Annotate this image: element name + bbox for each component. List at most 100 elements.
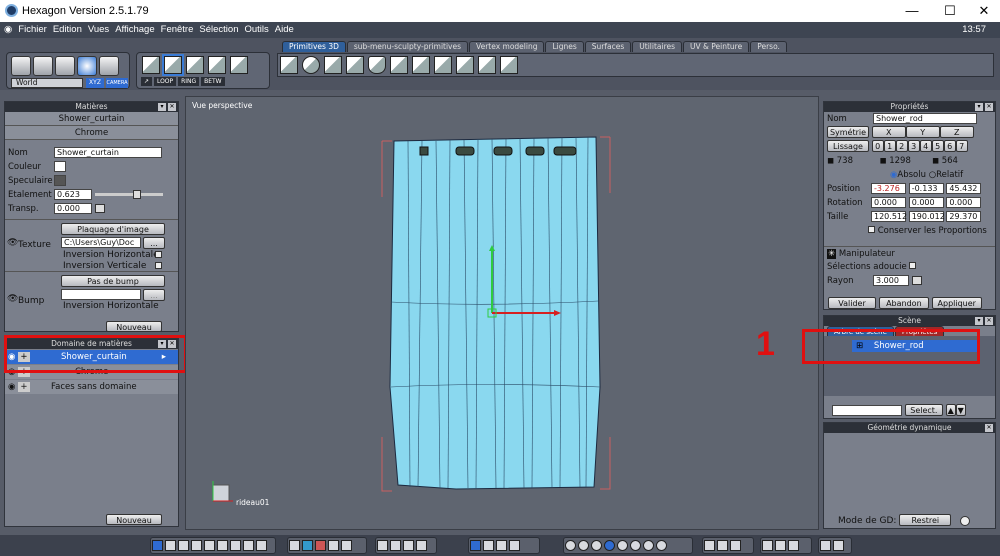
move-icon[interactable] [483,540,494,551]
object-solid-icon[interactable] [704,540,715,551]
rotation-z-field[interactable]: 0.000 [946,197,982,208]
sphere-primitive-icon[interactable] [302,56,320,74]
transp-field[interactable]: 0.000 [54,203,92,214]
select-object-icon[interactable] [142,56,160,74]
select-button[interactable]: Select. [904,404,943,416]
pan-icon[interactable] [11,56,31,76]
snap-vertex-icon[interactable] [788,540,799,551]
snap-face-icon[interactable] [775,540,786,551]
checker-icon[interactable] [315,540,326,551]
table-icon[interactable] [341,540,352,551]
icosahedron-primitive-icon[interactable] [478,56,496,74]
rotation-x-field[interactable]: 0.000 [871,197,906,208]
conserver-checkbox[interactable] [868,226,875,233]
cylinder-primitive-icon[interactable] [368,56,386,74]
sym-y-button[interactable]: Y [905,126,940,138]
sym-z-button[interactable]: Z [939,126,974,138]
text-primitive-icon[interactable] [500,56,518,74]
layout-split-h-icon[interactable] [178,540,189,551]
between-button[interactable]: BETW [201,77,225,86]
domain-new-button[interactable]: Nouveau [106,514,162,525]
tab-vertex-modeling[interactable]: Vertex modeling [469,41,545,52]
cube-primitive-icon[interactable] [280,56,298,74]
menu-selection[interactable]: Sélection [196,22,241,35]
select-face-icon[interactable] [162,54,184,76]
textured-sphere-icon[interactable] [617,540,628,551]
layout-single-icon[interactable] [152,540,163,551]
taille-x-field[interactable]: 120.512 [871,211,907,222]
specular-swatch[interactable] [54,175,66,186]
appliquer-button[interactable]: Appliquer [931,297,982,309]
bump-path-field[interactable] [61,289,141,300]
coordinate-space-select[interactable]: World [11,78,83,88]
scale-icon[interactable] [509,540,520,551]
minimize-button[interactable]: — [902,3,922,18]
layout-triple2-icon[interactable] [217,540,228,551]
tab-surfaces[interactable]: Surfaces [584,41,632,52]
layout-tall-icon[interactable] [256,540,267,551]
perspective-viewport[interactable]: Vue perspective rideau01 [185,96,819,530]
pyramid-primitive-icon[interactable] [412,56,430,74]
scene-down-icon[interactable]: ▼ [955,404,966,416]
layout-quad2-icon[interactable] [230,540,241,551]
gd-mode-select[interactable]: Restrei [899,514,952,526]
domain-item-faces-sans-domaine[interactable]: ◉ + Faces sans domaine [5,380,178,394]
menu-fichier[interactable]: Fichier [15,22,50,35]
tab-sculpty-primitives[interactable]: sub-menu-sculpty-primitives [346,41,469,52]
abandon-button[interactable]: Abandon [878,297,929,309]
menu-vues[interactable]: Vues [85,22,112,35]
color-swatch[interactable] [54,161,66,172]
ghost-icon[interactable] [99,56,119,76]
target-icon[interactable] [390,540,401,551]
lissage-0[interactable]: 0 [871,140,884,152]
sym-x-button[interactable]: X [871,126,906,138]
box-primitive-icon[interactable] [346,56,364,74]
materials-new-button[interactable]: Nouveau [106,321,162,332]
rotate-tool-icon[interactable] [496,540,507,551]
select-vertex-icon[interactable] [208,56,226,74]
material-name-row[interactable]: Shower_curtain [5,112,178,126]
position-x-field[interactable]: -3.276 [871,183,906,194]
etalement-field[interactable]: 0.623 [54,189,92,200]
transp-slider[interactable] [95,204,105,213]
select-all-icon[interactable] [230,56,248,74]
bump-eye-icon[interactable]: 👁 [7,294,18,304]
browse-button[interactable]: ... [143,237,165,249]
wire-sphere-icon[interactable] [565,540,576,551]
menu-outils[interactable]: Outils [241,22,271,35]
tab-lignes[interactable]: Lignes [545,41,584,52]
valider-button[interactable]: Valider [828,297,876,309]
layout-triple-icon[interactable] [204,540,215,551]
universal-manipulator-icon[interactable] [470,540,481,551]
lissage-5[interactable]: 5 [931,140,944,152]
smooth-sphere-icon[interactable] [591,540,602,551]
orbit-icon[interactable] [77,56,97,76]
lissage-2[interactable]: 2 [895,140,908,152]
close-button[interactable]: ✕ [974,3,994,19]
layout-wide-icon[interactable] [243,540,254,551]
plane-primitive-icon[interactable] [324,56,342,74]
geometry-close-icon[interactable]: ✕ [985,424,993,432]
object-wire-icon[interactable] [717,540,728,551]
taille-z-field[interactable]: 29.370 [946,211,982,222]
fit-icon[interactable] [377,540,388,551]
ring-button[interactable]: RING [178,77,200,86]
xyz-toggle[interactable]: XYZ [86,78,104,88]
taille-y-field[interactable]: 190.012 [908,211,945,222]
xray-sphere-icon[interactable] [643,540,654,551]
tweak-icon[interactable]: ↗ [141,77,153,86]
lissage-3[interactable]: 3 [907,140,920,152]
menu-affichage[interactable]: Affichage [112,22,157,35]
menu-aide[interactable]: Aide [272,22,297,35]
menu-fenetre[interactable]: Fenêtre [158,22,197,35]
tab-perso[interactable]: Perso. [750,41,787,52]
cone-primitive-icon[interactable] [390,56,408,74]
loop-button[interactable]: LOOP [153,77,177,86]
curtain-model[interactable] [186,97,820,531]
lissage-7[interactable]: 7 [955,140,968,152]
material-sphere-icon[interactable] [630,540,641,551]
lissage-6[interactable]: 6 [943,140,956,152]
eye-icon[interactable]: 👁 [7,238,18,248]
scene-up-icon[interactable]: ▲ [945,404,956,416]
position-y-field[interactable]: -0.133 [908,183,944,194]
